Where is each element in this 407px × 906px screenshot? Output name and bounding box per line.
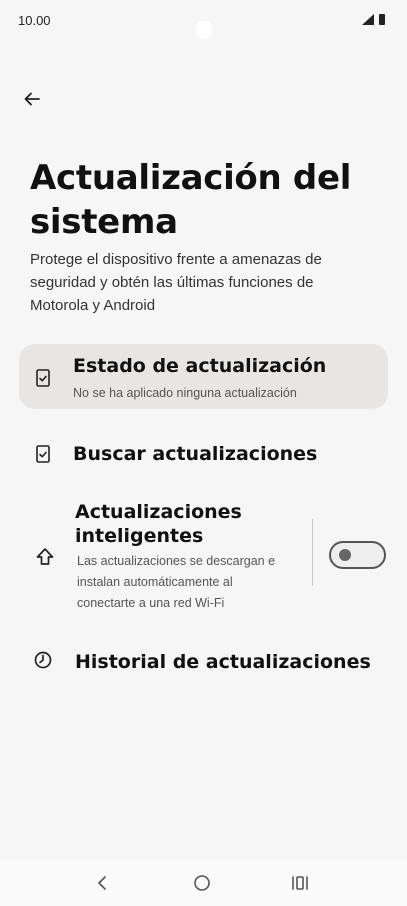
battery-icon — [379, 14, 385, 25]
signal-icon — [362, 14, 374, 25]
arrow-up-outline-icon — [33, 545, 57, 569]
nav-back-button[interactable] — [87, 870, 117, 896]
page-title: Actualización del sistema — [30, 158, 352, 242]
status-time: 10.00 — [18, 13, 51, 28]
clock-icon — [31, 648, 55, 672]
toggle-knob — [339, 549, 351, 561]
navigation-bar — [0, 860, 407, 906]
status-bar: 10.00 — [0, 0, 407, 42]
update-history-title: Historial de actualizaciones — [75, 651, 371, 673]
page-description: Protege el dispositivo frente a amenazas… — [30, 251, 322, 314]
update-status-title: Estado de actualización — [73, 355, 327, 377]
recents-icon — [292, 876, 308, 890]
nav-home-button[interactable] — [187, 870, 217, 896]
check-updates-item[interactable]: Buscar actualizaciones — [19, 432, 388, 476]
back-button[interactable] — [18, 85, 46, 113]
update-status-subtitle: No se ha aplicado ninguna actualización — [73, 386, 297, 400]
back-icon — [98, 876, 106, 890]
check-updates-title: Buscar actualizaciones — [73, 443, 318, 465]
phone-check-icon — [31, 442, 55, 466]
divider — [312, 519, 313, 586]
phone-check-icon — [31, 366, 55, 390]
camera-cutout — [195, 21, 213, 39]
update-status-item[interactable]: Estado de actualización No se ha aplicad… — [19, 344, 388, 409]
arrow-left-icon — [24, 92, 40, 106]
smart-updates-subtitle: Las actualizaciones se descargan e insta… — [77, 554, 276, 610]
nav-recents-button[interactable] — [285, 870, 315, 896]
update-history-item[interactable]: Historial de actualizaciones — [19, 640, 388, 684]
home-icon — [194, 875, 210, 891]
smart-updates-toggle[interactable] — [329, 541, 386, 569]
smart-updates-item[interactable]: Actualizaciones inteligentes Las actuali… — [19, 495, 388, 620]
smart-updates-title: Actualizaciones inteligentes — [75, 501, 242, 547]
status-icons — [362, 14, 385, 25]
